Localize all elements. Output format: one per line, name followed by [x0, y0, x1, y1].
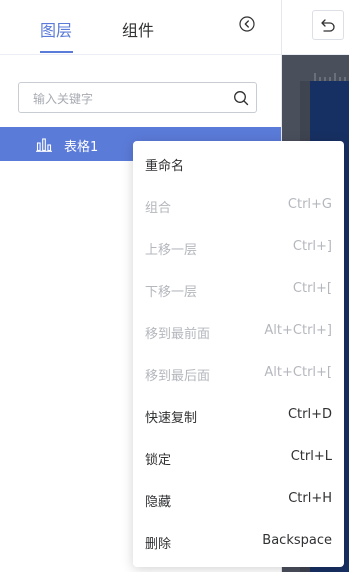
menu-item-label: 删除 [145, 537, 172, 552]
menu-item-bring-to-front[interactable]: 移到最前面 Alt+Ctrl+] [133, 309, 344, 351]
menu-item-move-down[interactable]: 下移一层 Ctrl+[ [133, 267, 344, 309]
undo-icon [321, 19, 335, 32]
menu-item-shortcut: Ctrl+H [288, 491, 332, 506]
menu-item-delete[interactable]: 删除 Backspace [133, 519, 344, 561]
menu-item-hide[interactable]: 隐藏 Ctrl+H [133, 477, 344, 519]
panel-tabs: 图层 组件 [0, 0, 281, 55]
menu-item-label: 下移一层 [145, 285, 198, 300]
search-input[interactable] [31, 83, 230, 114]
menu-item-shortcut: Ctrl+] [292, 239, 332, 254]
tab-layers[interactable]: 图层 [40, 17, 72, 41]
menu-item-shortcut: Ctrl+G [287, 197, 332, 212]
search-icon[interactable] [233, 90, 249, 106]
layer-search [18, 82, 257, 114]
menu-item-send-to-back[interactable]: 移到最后面 Alt+Ctrl+[ [133, 351, 344, 393]
canvas-toolbar [282, 0, 349, 55]
menu-item-label: 锁定 [145, 453, 172, 468]
collapse-panel-icon[interactable] [239, 16, 255, 32]
menu-item-shortcut: Alt+Ctrl+] [264, 323, 332, 338]
context-menu: 重命名 组合 Ctrl+G 上移一层 Ctrl+] 下移一层 Ctrl+[ 移到… [133, 141, 344, 567]
menu-item-shortcut: Ctrl+[ [292, 281, 332, 296]
menu-item-move-up[interactable]: 上移一层 Ctrl+] [133, 225, 344, 267]
layer-item-label: 表格1 [64, 140, 99, 155]
menu-item-label: 重命名 [145, 159, 185, 174]
menu-item-rename[interactable]: 重命名 [133, 141, 344, 183]
horizontal-ruler [282, 55, 349, 81]
menu-item-duplicate[interactable]: 快速复制 Ctrl+D [133, 393, 344, 435]
menu-item-label: 上移一层 [145, 243, 198, 258]
menu-item-group[interactable]: 组合 Ctrl+G [133, 183, 344, 225]
undo-button[interactable] [312, 10, 344, 40]
menu-item-label: 移到最前面 [145, 327, 211, 342]
bar-chart-icon [36, 137, 52, 152]
editor-window: 图层 组件 输入关键字 表格1 重命名 组合 Ctrl+G 上移一层 Ctrl+… [0, 0, 349, 572]
menu-item-shortcut: Ctrl+D [287, 407, 332, 422]
menu-item-label: 组合 [145, 201, 172, 216]
menu-item-shortcut: Ctrl+L [290, 449, 332, 464]
menu-item-lock[interactable]: 锁定 Ctrl+L [133, 435, 344, 477]
menu-item-label: 快速复制 [145, 411, 198, 426]
active-tab-indicator [40, 51, 73, 53]
menu-item-label: 移到最后面 [145, 369, 211, 384]
menu-item-label: 隐藏 [145, 495, 172, 510]
menu-item-shortcut: Backspace [262, 533, 332, 548]
tab-components[interactable]: 组件 [122, 17, 154, 41]
menu-item-shortcut: Alt+Ctrl+[ [264, 365, 332, 380]
